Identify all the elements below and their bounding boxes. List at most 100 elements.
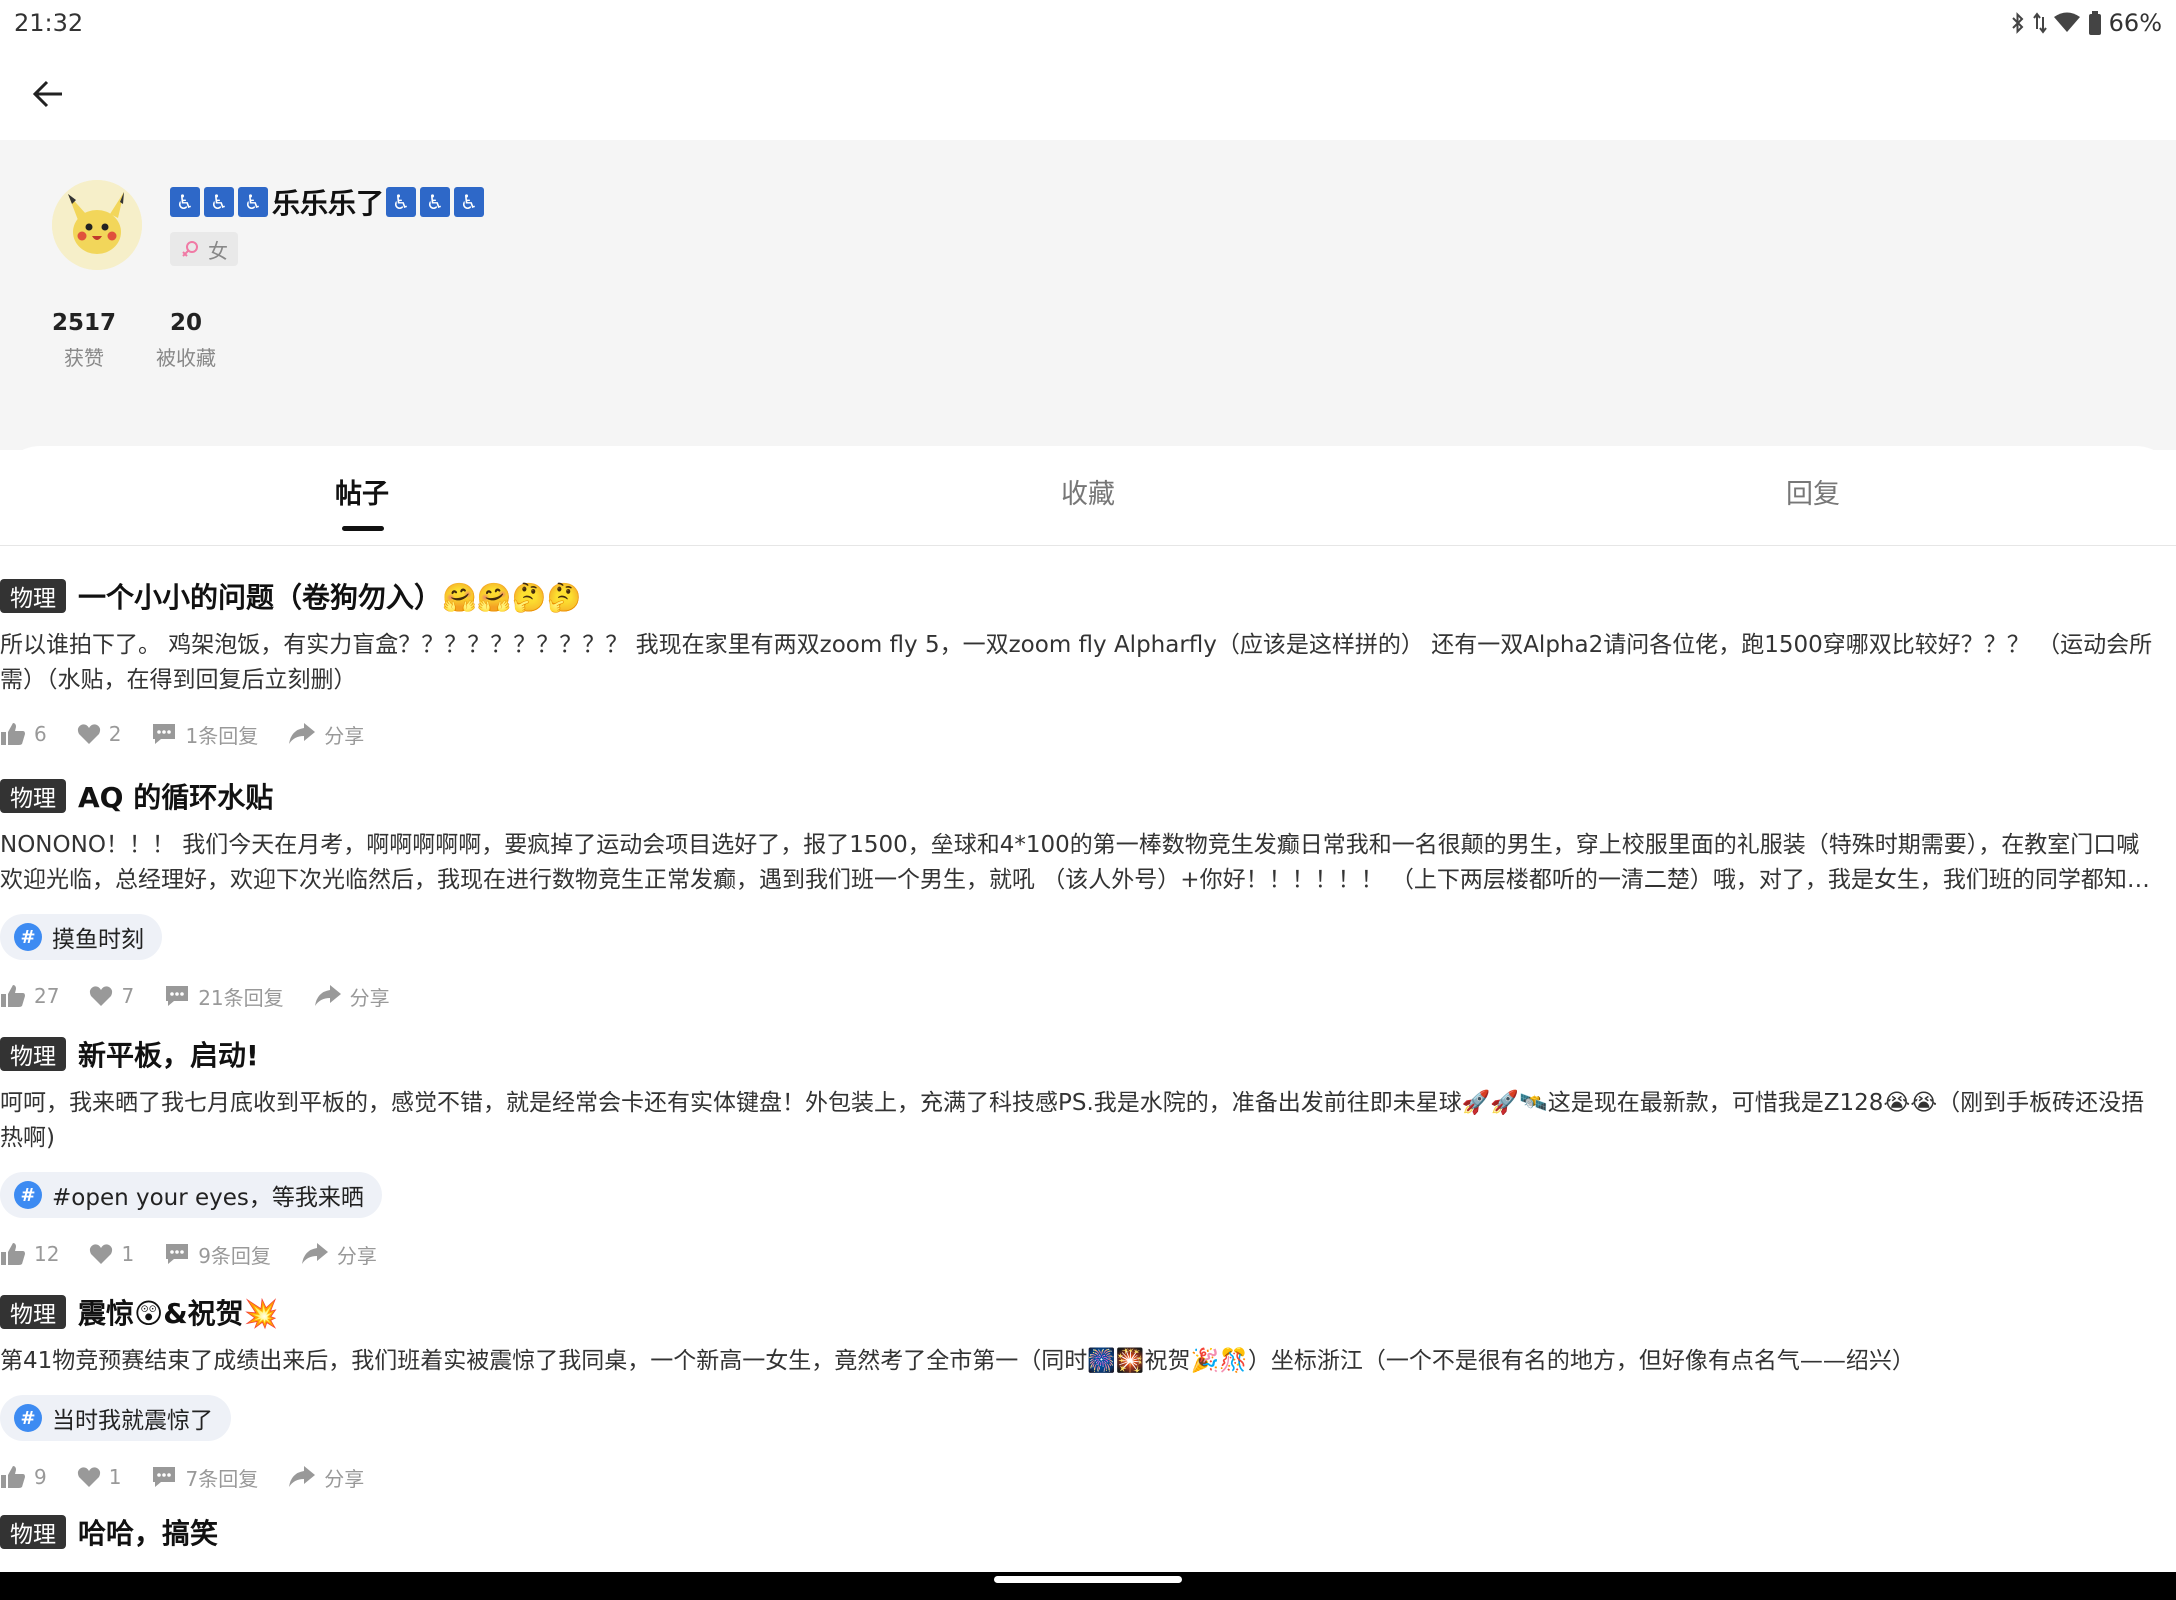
wheelchair-icon: ♿	[386, 187, 417, 217]
profile-stats: 2517 获赞 20 被收藏	[52, 310, 216, 371]
topic-label: 当时我就震惊了	[52, 1408, 213, 1434]
back-arrow-icon	[32, 80, 62, 108]
reply-count: 21条回复	[198, 985, 284, 1010]
subject-tag[interactable]: 物理	[0, 779, 66, 813]
favorite-button[interactable]: 1	[77, 1465, 121, 1489]
back-button[interactable]	[26, 72, 70, 116]
share-button[interactable]: 分享	[288, 720, 364, 749]
post-title[interactable]: AQ 的循环水贴	[78, 776, 273, 816]
gender-badge: 女	[170, 232, 238, 266]
subject-tag[interactable]: 物理	[0, 1515, 66, 1549]
username: ♿ ♿ ♿ 乐乐乐了 ♿ ♿ ♿	[170, 182, 486, 222]
home-gesture-handle[interactable]	[994, 1576, 1182, 1583]
favorite-count: 1	[121, 1242, 135, 1266]
tab-replies[interactable]: 回复	[1786, 472, 1840, 511]
battery-icon	[2087, 10, 2103, 36]
share-label: 分享	[324, 1466, 365, 1491]
favorite-count: 7	[121, 984, 135, 1008]
wheelchair-icon: ♿	[454, 187, 485, 217]
tab-posts[interactable]: 帖子	[335, 472, 389, 511]
wheelchair-icon: ♿	[170, 187, 200, 217]
share-icon	[314, 985, 341, 1006]
topic-label: 摸鱼时刻	[52, 927, 144, 953]
thumbs-up-icon	[1, 1243, 25, 1265]
like-count: 9	[34, 1465, 47, 1489]
like-count: 12	[34, 1242, 60, 1266]
heart-icon	[77, 1467, 100, 1487]
tab-favorites[interactable]: 收藏	[1061, 472, 1115, 511]
subject-tag[interactable]: 物理	[0, 579, 66, 613]
active-tab-indicator	[342, 526, 384, 531]
post-title[interactable]: 新平板，启动!	[78, 1034, 259, 1074]
comment-icon	[166, 1244, 189, 1264]
heart-icon	[77, 724, 100, 744]
reply-button[interactable]: 1条回复	[151, 720, 258, 749]
topic-chip[interactable]: # 摸鱼时刻	[0, 914, 162, 960]
post-feed: 物理 一个小小的问题（卷狗勿入）🤗🤗🤔🤔 所以谁拍下了。 鸡架泡饭，有实力盲盒？…	[0, 560, 2176, 1576]
username-text: 乐乐乐了	[272, 187, 385, 220]
post-body[interactable]: 所以谁拍下了。 鸡架泡饭，有实力盲盒？？？？？？？？？？ 我现在家里有两双zoo…	[0, 628, 2160, 698]
hashtag-icon: #	[14, 923, 42, 951]
status-bar: 21:32 66%	[0, 0, 2176, 46]
pikachu-avatar-image	[52, 180, 142, 270]
comment-icon	[166, 986, 189, 1006]
share-button[interactable]: 分享	[288, 1463, 364, 1492]
reply-count: 1条回复	[185, 723, 259, 748]
post-actions: 27 7 21条回复 分享	[0, 976, 2176, 1016]
avatar[interactable]	[52, 180, 142, 270]
status-time: 21:32	[14, 9, 84, 37]
post-title-row: 物理 一个小小的问题（卷狗勿入）🤗🤗🤔🤔	[0, 576, 2176, 616]
post-body[interactable]: NONONO！！！ 我们今天在月考，啊啊啊啊啊，要疯掉了运动会项目选好了，报了1…	[0, 828, 2160, 898]
stat-likes-label: 获赞	[64, 346, 104, 370]
stat-likes: 2517 获赞	[52, 310, 116, 371]
top-bar	[0, 46, 2176, 140]
status-icons: 66%	[2009, 9, 2162, 37]
post-title-row: 物理 震惊😲&祝贺💥	[0, 1292, 2176, 1332]
favorite-button[interactable]: 1	[89, 1242, 134, 1266]
hashtag-icon: #	[14, 1404, 42, 1432]
share-button[interactable]: 分享	[301, 1240, 377, 1269]
female-icon	[182, 241, 198, 257]
hashtag-icon: #	[14, 1181, 42, 1209]
post-title[interactable]: 震惊😲&祝贺💥	[78, 1292, 278, 1332]
post-item[interactable]: 物理 哈哈，搞笑	[0, 1512, 2176, 1552]
topic-chip[interactable]: # #open your eyes，等我来晒	[0, 1172, 382, 1218]
reply-button[interactable]: 7条回复	[151, 1463, 258, 1492]
post-body[interactable]: 呵呵，我来晒了我七月底收到平板的，感觉不错，就是经常会卡还有实体键盘！外包装上，…	[0, 1086, 2160, 1156]
stat-favorited-value: 20	[170, 310, 203, 336]
share-label: 分享	[324, 723, 365, 748]
battery-percent: 66%	[2108, 9, 2162, 37]
like-button[interactable]: 27	[0, 984, 59, 1008]
like-button[interactable]: 12	[0, 1242, 59, 1266]
reply-button[interactable]: 9条回复	[164, 1240, 271, 1269]
topic-chip[interactable]: # 当时我就震惊了	[0, 1395, 231, 1441]
post-item[interactable]: 物理 新平板，启动! 呵呵，我来晒了我七月底收到平板的，感觉不错，就是经常会卡还…	[0, 1034, 2176, 1274]
comment-icon	[153, 1467, 176, 1487]
post-title[interactable]: 一个小小的问题（卷狗勿入）🤗🤗🤔🤔	[78, 576, 581, 616]
post-actions: 9 1 7条回复 分享	[0, 1457, 2176, 1497]
post-item[interactable]: 物理 AQ 的循环水贴 NONONO！！！ 我们今天在月考，啊啊啊啊啊，要疯掉了…	[0, 776, 2176, 1016]
share-icon	[301, 1243, 328, 1264]
wheelchair-icon: ♿	[238, 187, 268, 217]
share-button[interactable]: 分享	[314, 982, 390, 1011]
post-title[interactable]: 哈哈，搞笑	[78, 1512, 218, 1552]
post-actions: 12 1 9条回复 分享	[0, 1234, 2176, 1274]
like-button[interactable]: 9	[0, 1465, 47, 1489]
comment-icon	[153, 724, 176, 744]
share-icon	[289, 723, 316, 744]
like-button[interactable]: 6	[0, 722, 47, 746]
post-item[interactable]: 物理 震惊😲&祝贺💥 第41物竞预赛结束了成绩出来后，我们班着实被震惊了我同桌，…	[0, 1292, 2176, 1497]
bluetooth-icon	[2009, 11, 2027, 35]
subject-tag[interactable]: 物理	[0, 1295, 66, 1329]
subject-tag[interactable]: 物理	[0, 1037, 66, 1071]
gender-label: 女	[208, 238, 228, 263]
post-title-row: 物理 AQ 的循环水贴	[0, 776, 2176, 816]
post-body[interactable]: 第41物竞预赛结束了成绩出来后，我们班着实被震惊了我同桌，一个新高一女生，竟然考…	[0, 1344, 2160, 1379]
like-count: 6	[34, 722, 47, 746]
data-arrows-icon	[2032, 11, 2047, 35]
heart-icon	[90, 986, 113, 1006]
reply-button[interactable]: 21条回复	[164, 982, 284, 1011]
favorite-button[interactable]: 7	[89, 984, 134, 1008]
post-item[interactable]: 物理 一个小小的问题（卷狗勿入）🤗🤗🤔🤔 所以谁拍下了。 鸡架泡饭，有实力盲盒？…	[0, 576, 2176, 754]
favorite-button[interactable]: 2	[77, 722, 121, 746]
